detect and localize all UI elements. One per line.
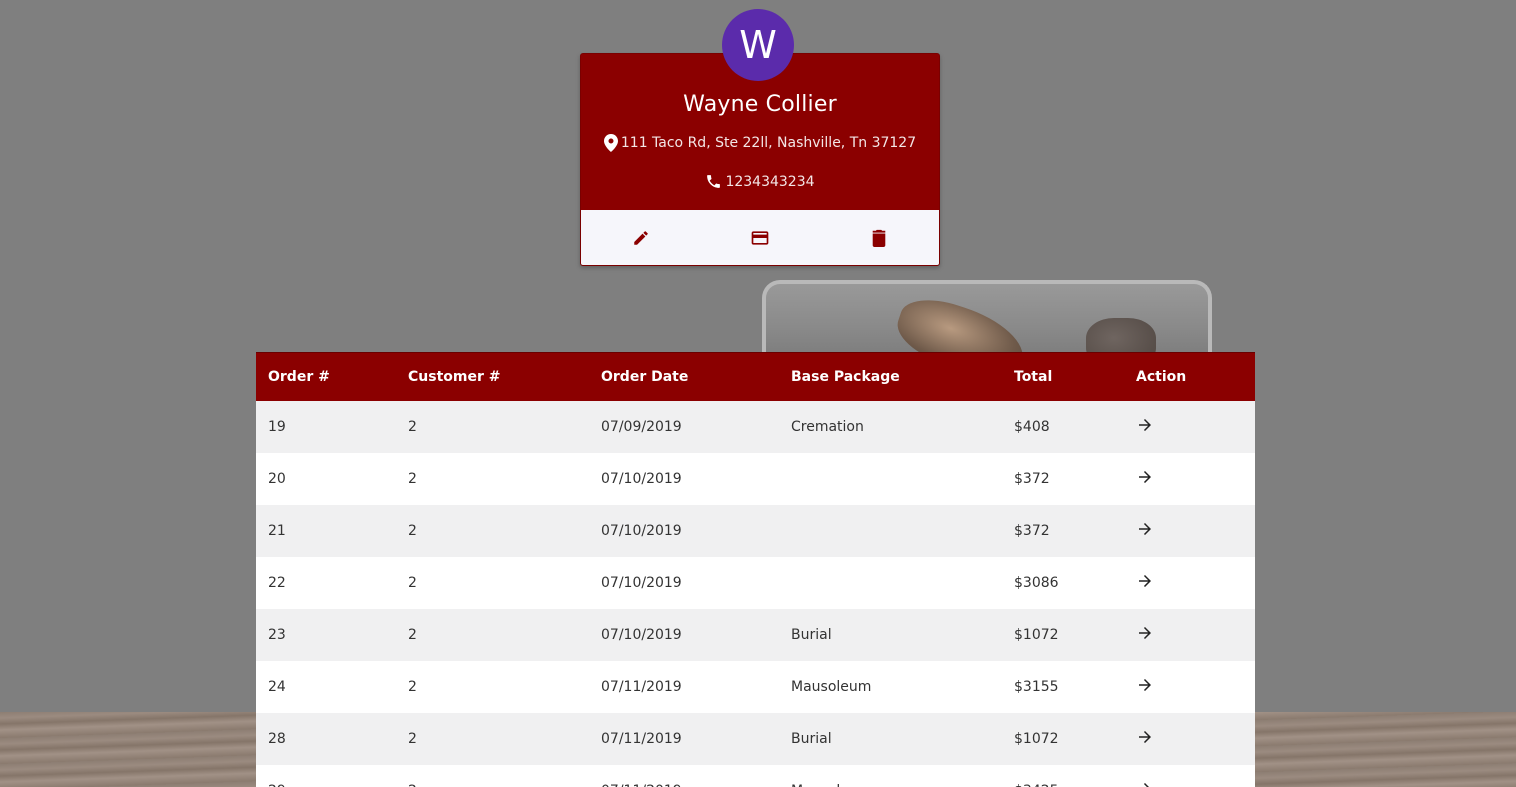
- customer-phone: 1234343234: [581, 173, 939, 190]
- arrow-right-icon: [1139, 523, 1151, 535]
- order-number-cell: 23: [268, 627, 286, 643]
- column-header-order-date: Order Date: [601, 369, 689, 385]
- map-marker-icon: [603, 134, 618, 152]
- action-cell: [1124, 676, 1255, 698]
- action-cell: [1124, 520, 1255, 542]
- credit-card-icon: [751, 230, 769, 245]
- view-order-button[interactable]: [1136, 728, 1154, 746]
- view-order-button[interactable]: [1136, 468, 1154, 486]
- customer-number-cell: 2: [408, 419, 417, 435]
- total-cell: $372: [1014, 471, 1050, 487]
- order-number-cell: 19: [268, 419, 286, 435]
- customer-number-cell: 2: [408, 679, 417, 695]
- base-package-cell: Burial: [791, 627, 832, 643]
- customer-number-cell: 2: [396, 783, 589, 787]
- arrow-right-icon: [1143, 783, 1149, 787]
- total-cell: $3086: [1014, 575, 1059, 591]
- column-header-base-package: Base Package: [791, 369, 900, 385]
- view-order-button[interactable]: [1136, 520, 1154, 538]
- arrow-right-icon: [1139, 471, 1151, 483]
- view-order-button[interactable]: [1136, 416, 1154, 434]
- table-row: 19 2 07/09/2019 Cremation $408: [256, 401, 1255, 453]
- order-number-cell: 24: [268, 679, 286, 695]
- view-order-button[interactable]: [1136, 572, 1154, 590]
- order-number-cell: 21: [268, 523, 286, 539]
- column-header-order-number: Order #: [268, 369, 330, 385]
- table-row: 28 2 07/11/2019 Burial $1072: [256, 713, 1255, 765]
- order-date-cell: 07/10/2019: [601, 471, 682, 487]
- table-row: 23 2 07/10/2019 Burial $1072: [256, 609, 1255, 661]
- base-package-cell: Burial: [791, 731, 832, 747]
- edit-customer-button[interactable]: [581, 210, 700, 265]
- table-row: 22 2 07/10/2019 $3086: [256, 557, 1255, 609]
- total-cell: $1072: [1014, 731, 1059, 747]
- payment-button[interactable]: [700, 210, 819, 265]
- total-cell: $408: [1014, 419, 1050, 435]
- column-header-customer-number: Customer #: [408, 369, 501, 385]
- total-cell: $3155: [1014, 679, 1059, 695]
- order-date-cell: 07/10/2019: [601, 523, 682, 539]
- total-cell: $372: [1014, 523, 1050, 539]
- table-row: 29207/11/2019Mausoleum$3425: [256, 765, 1255, 787]
- order-date-cell: 07/11/2019: [601, 679, 682, 695]
- customer-avatar: W: [722, 9, 794, 81]
- table-row: 21 2 07/10/2019 $372: [256, 505, 1255, 557]
- arrow-right-icon: [1139, 627, 1151, 639]
- order-date-cell: 07/10/2019: [601, 575, 682, 591]
- customer-number-cell: 2: [408, 731, 417, 747]
- order-date-cell: 07/11/2019: [589, 783, 779, 787]
- order-number-cell: 28: [268, 731, 286, 747]
- card-action-bar: [581, 210, 939, 265]
- order-date-cell: 07/10/2019: [601, 627, 682, 643]
- total-cell: $3425: [1002, 783, 1124, 787]
- customer-address: 111 Taco Rd, Ste 22ll, Nashville, Tn 371…: [581, 134, 939, 152]
- arrow-right-icon: [1139, 679, 1151, 691]
- column-header-action: Action: [1136, 369, 1187, 385]
- arrow-right-icon: [1139, 575, 1151, 587]
- action-cell: [1124, 468, 1255, 490]
- order-number-cell: 22: [268, 575, 286, 591]
- view-order-button[interactable]: [1136, 676, 1154, 694]
- action-cell: [1124, 572, 1255, 594]
- table-row: 24 2 07/11/2019 Mausoleum $3155: [256, 661, 1255, 713]
- arrow-right-icon: [1139, 731, 1151, 743]
- view-order-button[interactable]: [1136, 780, 1154, 787]
- action-cell: [1124, 416, 1255, 438]
- column-header-total: Total: [1014, 369, 1053, 385]
- base-package-cell: Cremation: [791, 419, 864, 435]
- order-number-cell: 29: [256, 783, 396, 787]
- action-cell: [1124, 624, 1255, 646]
- order-number-cell: 20: [268, 471, 286, 487]
- customer-address-text: 111 Taco Rd, Ste 22ll, Nashville, Tn 371…: [620, 135, 917, 151]
- arrow-right-icon: [1139, 419, 1151, 431]
- orders-table-header: Order # Customer # Order Date Base Packa…: [256, 353, 1255, 401]
- table-row: 20 2 07/10/2019 $372: [256, 453, 1255, 505]
- customer-name: Wayne Collier: [683, 92, 837, 117]
- customer-profile-card: Wayne Collier 111 Taco Rd, Ste 22ll, Nas…: [580, 53, 940, 266]
- action-cell: [1124, 780, 1255, 787]
- customer-number-cell: 2: [408, 575, 417, 591]
- total-cell: $1072: [1014, 627, 1059, 643]
- order-date-cell: 07/09/2019: [601, 419, 682, 435]
- base-package-cell: Mausoleum: [779, 783, 1002, 787]
- base-package-cell: Mausoleum: [791, 679, 872, 695]
- customer-number-cell: 2: [408, 471, 417, 487]
- customer-number-cell: 2: [408, 523, 417, 539]
- view-order-button[interactable]: [1136, 624, 1154, 642]
- orders-table-body: 19 2 07/09/2019 Cremation $408 20 2 07/10/2019 $…: [256, 401, 1255, 787]
- trash-icon: [873, 229, 886, 247]
- action-cell: [1124, 728, 1255, 750]
- order-date-cell: 07/11/2019: [601, 731, 682, 747]
- phone-icon: [707, 175, 721, 188]
- delete-customer-button[interactable]: [820, 210, 939, 265]
- customer-phone-text: 1234343234: [725, 173, 815, 190]
- pencil-icon: [633, 230, 648, 245]
- orders-table: Order # Customer # Order Date Base Packa…: [256, 352, 1255, 787]
- customer-number-cell: 2: [408, 627, 417, 643]
